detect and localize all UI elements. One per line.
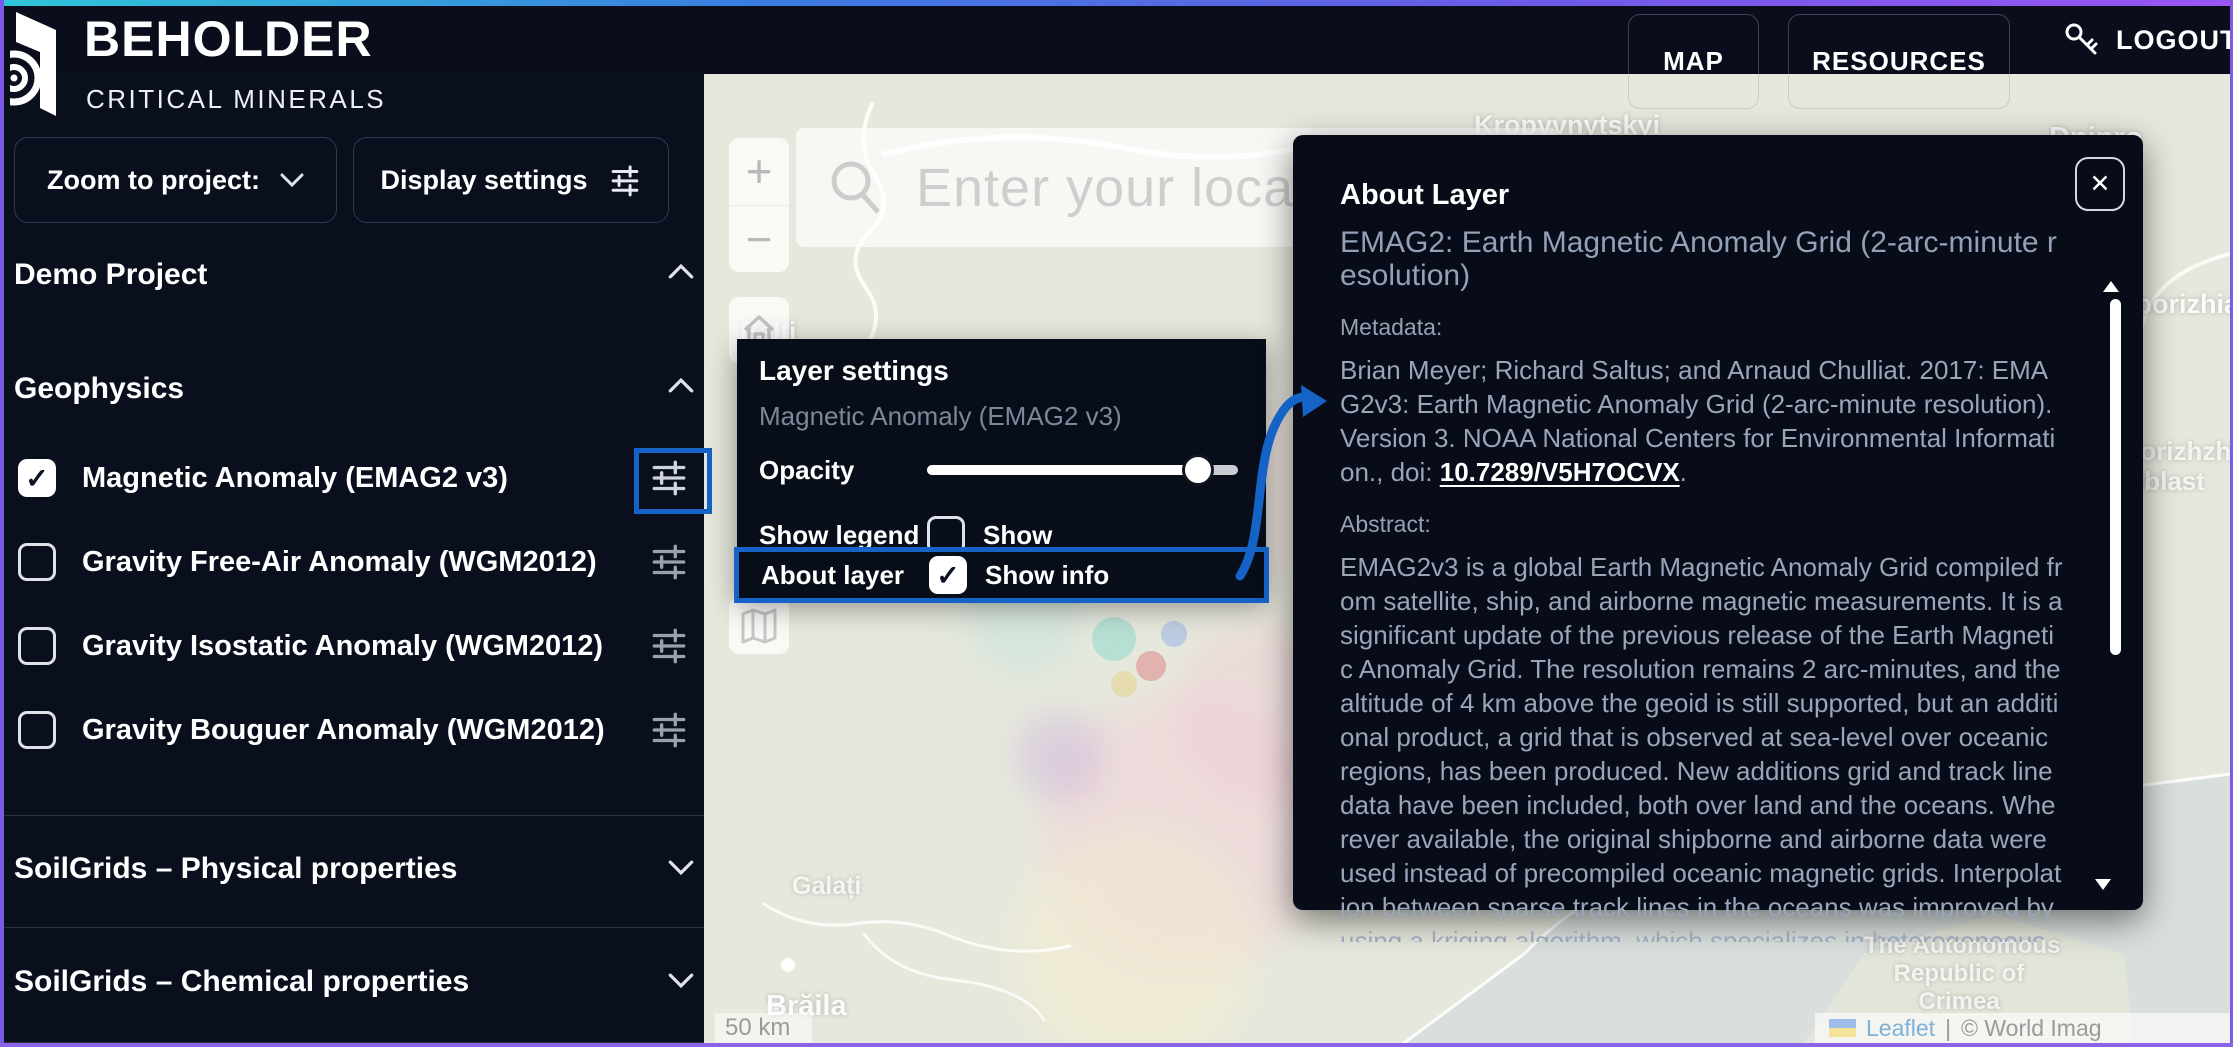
about-layer-value: Show info	[985, 560, 1109, 591]
folded-map-icon	[739, 608, 779, 644]
soilgrids-physical-header[interactable]: SoilGrids – Physical properties	[14, 852, 458, 886]
zoom-to-project-dropdown[interactable]: Zoom to project:	[14, 137, 337, 223]
search-icon	[824, 156, 888, 220]
zoom-to-project-label: Zoom to project:	[47, 165, 260, 196]
zoom-out-button[interactable]: −	[729, 205, 789, 273]
map-label-crimea-3: Crimea	[1864, 988, 2054, 1016]
layer-label: Gravity Free-Air Anomaly (WGM2012)	[82, 546, 597, 579]
logout-label: LOGOUT	[2116, 25, 2233, 56]
show-legend-label: Show legend	[759, 520, 927, 551]
about-layer-modal-title: About Layer	[1340, 135, 2083, 212]
map-zoom-controls: + −	[729, 138, 789, 272]
beholder-logo-icon	[10, 10, 72, 122]
layer-checkbox-gravity-bouguer[interactable]	[18, 711, 56, 749]
abstract-text: EMAG2v3 is a global Earth Magnetic Anoma…	[1340, 550, 2064, 942]
ukraine-flag-icon	[1829, 1019, 1856, 1037]
attribution-separator: |	[1945, 1015, 1951, 1042]
basemap-button[interactable]	[729, 598, 789, 654]
map-attribution: Leaflet | © World Imag	[1815, 1013, 2230, 1043]
chevron-down-icon[interactable]	[668, 973, 694, 988]
about-layer-checkbox[interactable]	[929, 556, 967, 594]
opacity-slider-knob[interactable]	[1182, 454, 1214, 486]
bottom-border	[0, 1043, 2233, 1047]
metadata-suffix: .	[1680, 457, 1687, 487]
layer-settings-title: Layer settings	[759, 355, 1244, 387]
top-gradient-border	[0, 0, 2233, 6]
chevron-down-icon[interactable]	[668, 860, 694, 875]
chevron-up-icon[interactable]	[668, 264, 694, 279]
nav-map-button[interactable]: MAP	[1628, 14, 1759, 109]
modal-scrollbar-thumb[interactable]	[2110, 299, 2121, 655]
section-divider	[4, 927, 704, 928]
opacity-slider-fill	[927, 465, 1198, 475]
doi-link[interactable]: 10.7289/V5H7OCVX	[1440, 457, 1680, 487]
soilgrids-chemical-header[interactable]: SoilGrids – Chemical properties	[14, 965, 469, 999]
map-scale-bar: 50 km	[715, 1013, 812, 1043]
project-section-header[interactable]: Demo Project	[14, 258, 207, 292]
zoom-in-button[interactable]: +	[729, 138, 789, 205]
map-label-crimea-2: Republic of	[1864, 960, 2054, 988]
scale-label: 50 km	[725, 1014, 790, 1042]
layer-label: Magnetic Anomaly (EMAG2 v3)	[82, 462, 508, 495]
metadata-label: Metadata:	[1340, 314, 2083, 341]
geophysics-section-header[interactable]: Geophysics	[14, 372, 184, 406]
brand-name: BEHOLDER	[84, 10, 373, 68]
logout-button[interactable]: LOGOUT	[2062, 6, 2233, 74]
layer-label: Gravity Isostatic Anomaly (WGM2012)	[82, 630, 603, 663]
adjustments-icon	[608, 163, 642, 197]
layer-row-gravity-isostatic: Gravity Isostatic Anomaly (WGM2012)	[18, 620, 603, 672]
attribution-copyright: © World Imag	[1961, 1015, 2102, 1042]
abstract-label: Abstract:	[1340, 511, 2083, 538]
layer-row-magnetic-anomaly: Magnetic Anomaly (EMAG2 v3)	[18, 452, 508, 504]
layer-settings-icon-isostatic[interactable]	[648, 625, 690, 667]
layer-settings-icon-free-air[interactable]	[648, 541, 690, 583]
display-settings-label: Display settings	[380, 165, 587, 196]
layer-checkbox-magnetic-anomaly[interactable]	[18, 459, 56, 497]
top-navigation-bar: BEHOLDER CRITICAL MINERALS MAP RESOURCES…	[4, 6, 2230, 74]
opacity-slider[interactable]	[927, 454, 1238, 486]
nav-resources-button[interactable]: RESOURCES	[1788, 14, 2010, 109]
display-settings-button[interactable]: Display settings	[353, 137, 669, 223]
left-border	[0, 0, 4, 1047]
chevron-up-icon[interactable]	[668, 378, 694, 393]
show-legend-value: Show	[983, 520, 1052, 551]
layer-checkbox-gravity-isostatic[interactable]	[18, 627, 56, 665]
layer-settings-panel: Layer settings Magnetic Anomaly (EMAG2 v…	[737, 339, 1266, 598]
layer-row-gravity-free-air: Gravity Free-Air Anomaly (WGM2012)	[18, 536, 597, 588]
about-layer-name: EMAG2: Earth Magnetic Anomaly Grid (2-ar…	[1340, 226, 2062, 292]
key-icon	[2062, 20, 2102, 60]
about-layer-label: About layer	[761, 560, 929, 591]
layer-checkbox-gravity-free-air[interactable]	[18, 543, 56, 581]
layer-settings-icon-bouguer[interactable]	[648, 709, 690, 751]
layer-row-gravity-bouguer: Gravity Bouguer Anomaly (WGM2012)	[18, 704, 605, 756]
layers-sidebar: Zoom to project: Display settings Demo P…	[4, 74, 704, 1043]
scroll-down-caret-icon[interactable]	[2095, 879, 2111, 890]
tutorial-highlight-settings-icon	[634, 448, 712, 514]
section-divider	[4, 815, 704, 816]
map-label-galati: Galați	[792, 872, 861, 901]
metadata-text: Brian Meyer; Richard Saltus; and Arnaud …	[1340, 353, 2064, 489]
opacity-label: Opacity	[759, 455, 927, 486]
brand-tagline: CRITICAL MINERALS	[86, 84, 386, 115]
about-layer-modal: ✕ About Layer EMAG2: Earth Magnetic Anom…	[1293, 135, 2143, 910]
layer-settings-layer-name: Magnetic Anomaly (EMAG2 v3)	[759, 401, 1244, 432]
close-icon[interactable]: ✕	[2075, 157, 2125, 211]
scroll-up-caret-icon[interactable]	[2103, 281, 2119, 292]
chevron-down-icon	[280, 173, 304, 187]
leaflet-link[interactable]: Leaflet	[1866, 1015, 1935, 1042]
layer-label: Gravity Bouguer Anomaly (WGM2012)	[82, 714, 605, 747]
about-layer-row-highlight: About layer Show info	[734, 547, 1269, 603]
